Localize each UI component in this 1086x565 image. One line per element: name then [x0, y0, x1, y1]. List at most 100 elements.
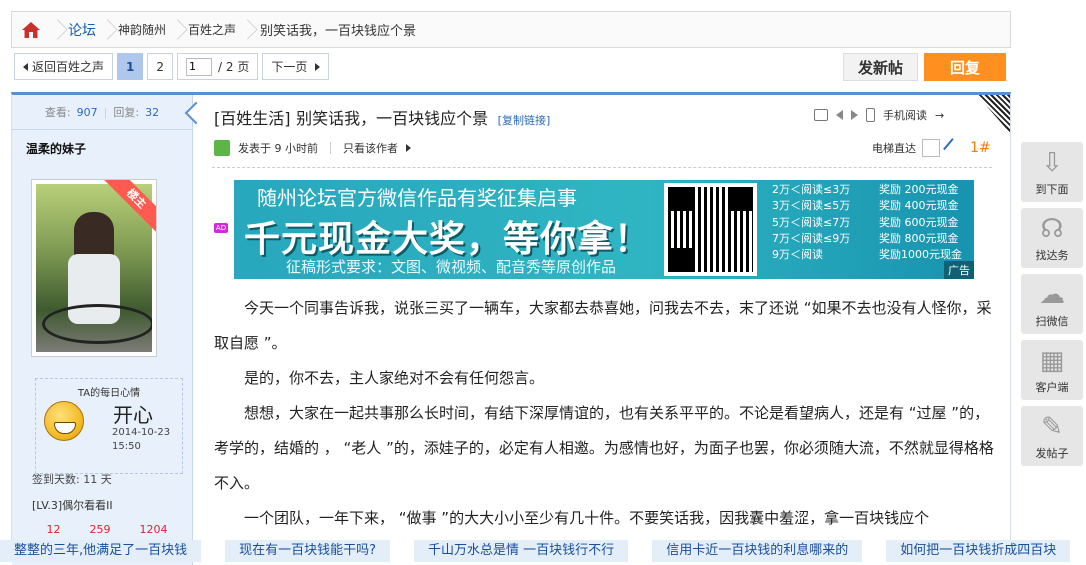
- user-count[interactable]: 12: [47, 523, 61, 536]
- floating-toolbar: ⇩ 到下面 ☊ 找达务 ☁ 扫微信 ▦ 客户端 ✎ 发帖子: [1021, 142, 1083, 472]
- thread-stats: 查看: 907 | 回复: 32: [12, 95, 192, 130]
- headset-icon: ☊: [1040, 214, 1064, 244]
- mood-title: TA的每日心情: [77, 388, 141, 399]
- home-icon[interactable]: [12, 12, 50, 47]
- new-post-float-button[interactable]: ✎ 发帖子: [1021, 406, 1083, 466]
- post-category[interactable]: [百姓生活]: [214, 109, 291, 128]
- ad-banner[interactable]: 随州论坛官方微信作品有奖征集启事 千元现金大奖，等你拿！ 征稿形式要求：文图、微…: [234, 180, 974, 279]
- ad-label: 广告: [944, 261, 974, 279]
- ad-tag: AD: [214, 223, 228, 233]
- ad-big-text: 千元现金大奖，等你拿！: [244, 219, 652, 260]
- arrow-right-icon: →: [935, 108, 945, 122]
- related-link[interactable]: 整整的三年,他满足了一百块钱: [0, 540, 202, 562]
- download-arrow-icon: ⇩: [1041, 148, 1063, 178]
- next-page-button[interactable]: 下一页: [262, 53, 330, 80]
- related-links: 整整的三年,他满足了一百块钱 现在有一百块钱能干吗? 千山万水总是情 一百块钱行…: [0, 540, 1086, 562]
- happy-face-icon: [44, 401, 84, 441]
- new-post-button[interactable]: 发新帖: [843, 53, 918, 81]
- user-count[interactable]: 1204: [140, 523, 168, 536]
- floor-number[interactable]: 1#: [970, 140, 991, 156]
- post-title: [百姓生活] 别笑话我，一百块钱应个景 [复制链接]: [214, 105, 550, 129]
- breadcrumb: 论坛 神韵随州 百姓之声 别笑话我，一百块钱应个景: [11, 11, 1011, 48]
- post-paragraph: 一个团队，一年下来， “做事 ”的大大小小至少有几十件。不要笑话我，因我囊中羞涩…: [214, 509, 930, 527]
- ad-rewards: 奖励 200元现金 奖励 400元现金 奖励 600元现金 奖励 800元现金 …: [879, 182, 962, 263]
- next-label: 下一页: [271, 60, 308, 74]
- post-title-text: 别笑话我，一百块钱应个景: [296, 109, 489, 128]
- only-author-link[interactable]: 只看该作者: [343, 140, 398, 156]
- ad-reward: 奖励 600元现金: [879, 215, 959, 229]
- page-input[interactable]: [186, 57, 213, 76]
- post-tools: 手机阅读 →: [814, 107, 944, 123]
- post-frame: 查看: 907 | 回复: 32 温柔的妹子 楼主 TA的每日心情 开心 2014-…: [11, 92, 1011, 565]
- online-status-icon: [214, 140, 230, 156]
- client-label: 客户端: [1035, 381, 1069, 394]
- reply-button[interactable]: 回复: [924, 53, 1006, 81]
- daily-mood: TA的每日心情 开心 2014-10-23 15:50: [35, 378, 183, 474]
- find-service-label: 找达务: [1035, 249, 1069, 262]
- views-label: 查看:: [44, 106, 71, 119]
- signin-days: 签到天数: 11 天: [32, 473, 112, 486]
- page-jump: / 2 页: [177, 53, 259, 80]
- breadcrumb-board[interactable]: 百姓之声: [184, 12, 240, 47]
- ad-reward: 奖励 400元现金: [879, 199, 959, 213]
- mood-datetime: 2014-10-23 15:50: [112, 426, 170, 454]
- go-bottom-button[interactable]: ⇩ 到下面: [1021, 142, 1083, 202]
- mobile-read-link[interactable]: 手机阅读: [883, 107, 927, 123]
- next-thread-icon[interactable]: [851, 110, 858, 120]
- replies-count: 32: [145, 105, 160, 119]
- author-name[interactable]: 温柔的妹子: [12, 130, 192, 167]
- ad-reward: 奖励 800元现金: [879, 231, 959, 245]
- ad-tier: 2万＜阅读≤3万: [772, 183, 851, 196]
- avatar[interactable]: 楼主: [31, 179, 157, 357]
- scan-wechat-button[interactable]: ☁ 扫微信: [1021, 274, 1083, 334]
- divider: [212, 167, 992, 168]
- breadcrumb-forum[interactable]: 论坛: [64, 12, 100, 47]
- chat-bubble-icon: ✎: [1041, 412, 1063, 442]
- back-to-board-button[interactable]: 返回百姓之声: [14, 53, 114, 80]
- breadcrumb-separator: [240, 12, 254, 47]
- related-link[interactable]: 现在有一百块钱能干吗?: [225, 540, 391, 562]
- page-2-button[interactable]: 2: [147, 53, 174, 80]
- breadcrumb-separator: [170, 12, 184, 47]
- copy-link[interactable]: [复制链接]: [498, 114, 551, 127]
- ad-tier: 7万＜阅读≤9万: [772, 231, 851, 245]
- page-1-button[interactable]: 1: [117, 53, 144, 80]
- post-paragraph: 今天一个同事告诉我，说张三买了一辆车，大家都去恭喜她，问我去不去，末了还说 “如…: [214, 299, 992, 352]
- ad-headline: 随州论坛官方微信作品有奖征集启事: [257, 186, 577, 210]
- page-total: / 2 页: [218, 60, 250, 74]
- caret-right-icon: [406, 144, 411, 152]
- go-icon[interactable]: [943, 138, 963, 158]
- mood-text: 开心: [113, 403, 153, 427]
- related-link[interactable]: 千山万水总是情 一百块钱行不行: [414, 540, 629, 562]
- ad-tiers: 2万＜阅读≤3万 3万＜阅读≤5万 5万＜阅读≤7万 7万＜阅读≤9万 9万＜阅…: [772, 182, 850, 263]
- client-button[interactable]: ▦ 客户端: [1021, 340, 1083, 400]
- phone-icon: [866, 108, 875, 122]
- prev-thread-icon[interactable]: [836, 110, 843, 120]
- breadcrumb-title: 别笑话我，一百块钱应个景: [260, 24, 417, 39]
- views-count: 907: [76, 105, 98, 119]
- ad-subtext: 征稿形式要求：文图、微视频、配音秀等原创作品: [286, 258, 617, 276]
- breadcrumb-shenyun[interactable]: 神韵随州: [114, 12, 170, 47]
- related-link[interactable]: 信用卡近一百块钱的利息哪来的: [652, 540, 863, 562]
- author-sidebar: 查看: 907 | 回复: 32 温柔的妹子 楼主 TA的每日心情 开心 2014-…: [12, 95, 193, 565]
- ad-tier: 3万＜阅读≤5万: [772, 199, 851, 213]
- post-paragraph: 是的，你不去，主人家绝对不会有任何怨言。: [214, 369, 545, 387]
- user-count[interactable]: 259: [90, 523, 111, 536]
- breadcrumb-separator: [100, 12, 114, 47]
- back-arrow-icon: [23, 62, 28, 71]
- pager: 返回百姓之声 1 2 / 2 页 下一页: [14, 53, 330, 80]
- mood-time: 15:50: [112, 441, 141, 452]
- floor-input[interactable]: [922, 139, 940, 157]
- ad-reward: 奖励 200元现金: [879, 183, 959, 196]
- print-icon[interactable]: [814, 109, 828, 121]
- qr-corner-icon[interactable]: [977, 95, 1010, 133]
- breadcrumb-separator: [50, 12, 64, 47]
- ad-tier: 9万＜阅读: [772, 248, 823, 262]
- go-bottom-label: 到下面: [1035, 183, 1069, 196]
- related-link[interactable]: 如何把一百块钱折成四百块: [886, 540, 1071, 562]
- elevator-label: 电梯直达: [872, 142, 916, 155]
- user-level: [LV.3]偶尔看看II: [32, 499, 113, 512]
- floor-jump: 电梯直达 1#: [872, 138, 991, 158]
- find-service-button[interactable]: ☊ 找达务: [1021, 208, 1083, 268]
- ad-tier: 5万＜阅读≤7万: [772, 215, 851, 229]
